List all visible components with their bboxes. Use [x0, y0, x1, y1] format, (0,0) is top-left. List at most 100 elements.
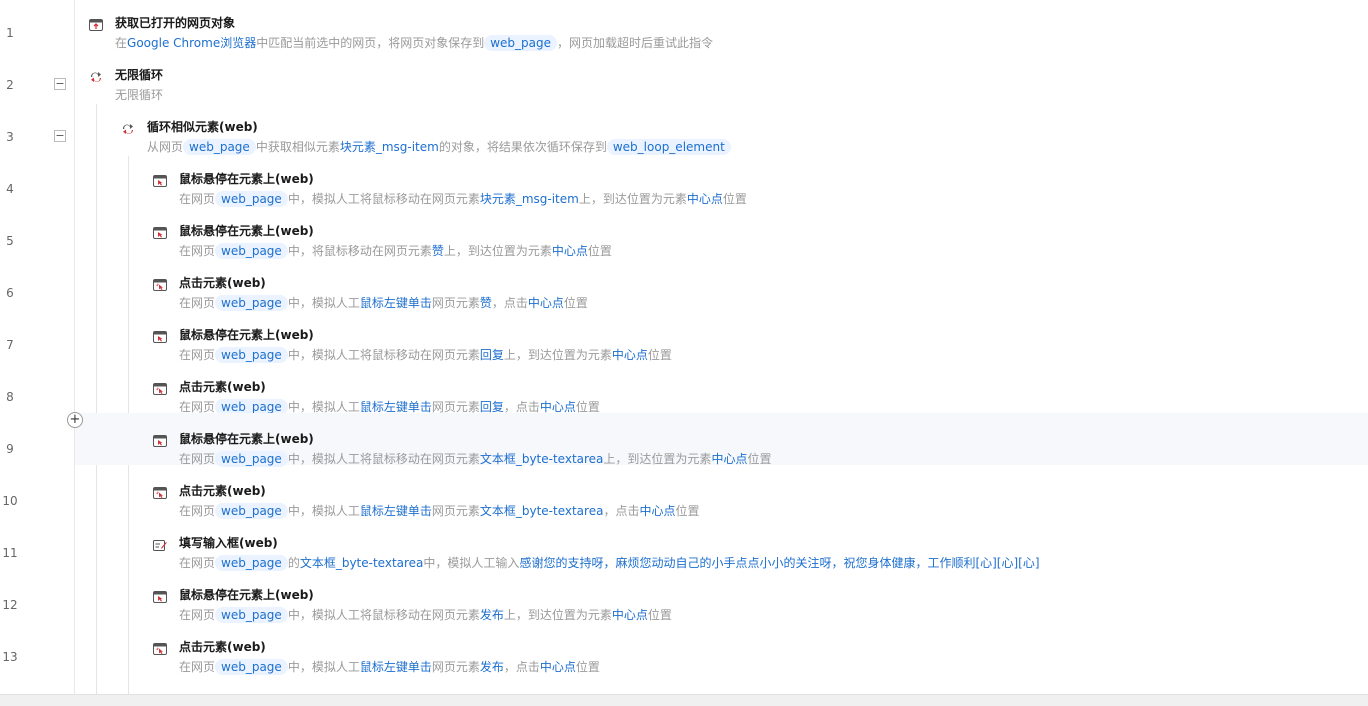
command-title: 鼠标悬停在元素上(web): [179, 588, 314, 602]
desc-text: 位置: [563, 296, 588, 310]
desc-text: 上，到达位置为元素: [578, 192, 687, 206]
command-description: 在Google Chrome浏览器中匹配当前选中的网页，将网页对象保存到 web_…: [115, 34, 713, 51]
command-title: 点击元素(web): [179, 276, 266, 290]
line-number: 4: [6, 182, 14, 196]
desc-text: 在网页: [179, 400, 216, 414]
variable-chip[interactable]: web_page: [215, 295, 288, 311]
line-number: 8: [6, 390, 14, 404]
param-value: 发布: [479, 608, 504, 622]
param-value: Google Chrome浏览器: [127, 36, 257, 50]
variable-chip[interactable]: web_page: [215, 555, 288, 571]
command-row[interactable]: 3 − 循环相似元素(web) 从网页 web_page 中获取相似元素块元素_msg-i…: [0, 110, 1368, 162]
horizontal-scrollbar[interactable]: [0, 694, 1368, 706]
command-title: 无限循环: [115, 68, 164, 82]
param-value: 鼠标左键单击: [359, 296, 432, 310]
param-value: 感谢您的支持呀，麻烦您动动自己的小手点点小小的关注呀，祝您身体健康，工作顺利[心…: [519, 556, 1040, 570]
command-description: 在网页 web_page 中，模拟人工将鼠标移动在网页元素回复上，到达位置为元素中心…: [179, 346, 672, 363]
command-description: 在网页 web_page 中，模拟人工鼠标左键单击网页元素文本框_byte-text…: [179, 502, 700, 519]
param-value: 块元素_msg-item: [479, 192, 579, 206]
desc-text: 在网页: [179, 244, 216, 258]
command-title: 填写输入框(web): [179, 536, 278, 550]
desc-text: 中，模拟人工将鼠标移动在网页元素: [287, 348, 480, 362]
line-number: 5: [6, 234, 14, 248]
command-title: 点击元素(web): [179, 484, 266, 498]
param-value: 文本框_byte-textarea: [479, 504, 604, 518]
desc-text: 位置: [747, 452, 772, 466]
desc-text: 中，模拟人工: [287, 296, 360, 310]
command-description: 在网页 web_page 中，模拟人工将鼠标移动在网页元素发布上，到达位置为元素中心…: [179, 606, 672, 623]
click-element-icon: [153, 484, 167, 499]
variable-chip[interactable]: web_page: [215, 503, 288, 519]
param-value: 鼠标左键单击: [359, 660, 432, 674]
desc-text: 网页元素: [431, 660, 480, 674]
desc-text: 位置: [587, 244, 612, 258]
desc-text: 在网页: [179, 296, 216, 310]
command-title: 循环相似元素(web): [147, 120, 258, 134]
desc-text: 在网页: [179, 192, 216, 206]
variable-chip[interactable]: web_page: [215, 243, 288, 259]
desc-text: 位置: [647, 348, 672, 362]
command-row[interactable]: 10 点击元素(web) 在网页 web_page 中，模拟人工鼠标左键单击网页元素文本…: [0, 474, 1368, 526]
desc-text: 中匹配当前选中的网页，将网页对象保存到: [256, 36, 485, 50]
desc-text: 中，模拟人工将鼠标移动在网页元素: [287, 452, 480, 466]
desc-text: ，点击: [603, 504, 640, 518]
collapse-toggle[interactable]: −: [54, 78, 66, 90]
loop-icon: [89, 68, 103, 82]
mouse-hover-icon: [153, 328, 167, 343]
desc-text: 中，模拟人工输入: [423, 556, 520, 570]
collapse-toggle[interactable]: −: [54, 130, 66, 142]
command-row[interactable]: 9 鼠标悬停在元素上(web) 在网页 web_page 中，模拟人工将鼠标移动在网页元…: [6, 413, 1368, 467]
mouse-hover-icon: [153, 432, 167, 447]
command-row[interactable]: 4 鼠标悬停在元素上(web) 在网页 web_page 中，模拟人工将鼠标移动在网页元…: [0, 162, 1368, 214]
command-row[interactable]: 12 鼠标悬停在元素上(web) 在网页 web_page 中，模拟人工将鼠标移动在网页…: [0, 578, 1368, 630]
desc-text: 在网页: [179, 452, 216, 466]
variable-chip[interactable]: web_page: [484, 35, 558, 51]
line-number: 2: [6, 78, 14, 92]
desc-text: 的对象，将结果依次循环保存到: [438, 140, 607, 154]
variable-chip[interactable]: web_page: [215, 607, 288, 623]
variable-chip[interactable]: web_page: [215, 659, 288, 675]
line-number: 6: [6, 286, 14, 300]
command-row[interactable]: 7 鼠标悬停在元素上(web) 在网页 web_page 中，模拟人工将鼠标移动在网页元…: [0, 318, 1368, 370]
desc-text: 中获取相似元素: [255, 140, 340, 154]
command-row[interactable]: 11 填写输入框(web) 在网页 web_page 的文本框_byte-textare…: [0, 526, 1368, 578]
add-step-button[interactable]: +: [67, 412, 83, 428]
command-row[interactable]: 5 鼠标悬停在元素上(web) 在网页 web_page 中，将鼠标移动在网页元素赞上，…: [0, 214, 1368, 266]
command-title: 鼠标悬停在元素上(web): [179, 328, 314, 342]
variable-chip[interactable]: web_page: [183, 139, 256, 155]
desc-text: 上，到达位置为元素: [443, 244, 552, 258]
desc-text: 上，到达位置为元素: [503, 608, 612, 622]
click-element-icon: [153, 640, 167, 655]
variable-chip[interactable]: web_page: [215, 347, 288, 363]
param-value: 回复: [479, 348, 504, 362]
desc-text: 位置: [575, 400, 600, 414]
param-value: 中心点: [639, 504, 676, 518]
mouse-hover-icon: [153, 172, 167, 187]
desc-text: 从网页: [147, 140, 184, 154]
loop-element-icon: [121, 120, 135, 134]
param-value: 块元素_msg-item: [339, 140, 439, 154]
fill-input-icon: [153, 536, 167, 551]
param-value: 鼠标左键单击: [359, 400, 432, 414]
variable-chip[interactable]: web_page: [215, 191, 288, 207]
desc-text: 网页元素: [431, 296, 480, 310]
line-number: 12: [2, 598, 18, 612]
desc-text: 位置: [675, 504, 700, 518]
param-value: 回复: [479, 400, 504, 414]
desc-text: 的: [287, 556, 300, 570]
command-row[interactable]: 1 获取已打开的网页对象 在Google Chrome浏览器中匹配当前选中的网页，将…: [0, 6, 1368, 58]
browser-open-icon: [89, 16, 103, 31]
command-description: 在网页 web_page 中，模拟人工鼠标左键单击网页元素发布，点击中心点位置: [179, 658, 600, 675]
command-title: 鼠标悬停在元素上(web): [179, 432, 314, 446]
desc-text: 中，模拟人工: [287, 400, 360, 414]
variable-chip[interactable]: web_page: [215, 451, 288, 467]
variable-chip[interactable]: web_loop_element: [606, 139, 731, 155]
command-description: 在网页 web_page 中，模拟人工将鼠标移动在网页元素文本框_byte-text…: [179, 450, 771, 467]
command-row[interactable]: 13 点击元素(web) 在网页 web_page 中，模拟人工鼠标左键单击网页元素发布…: [0, 630, 1368, 682]
line-number: 7: [6, 338, 14, 352]
desc-text: ，点击: [503, 400, 540, 414]
line-number: 1: [6, 26, 14, 40]
command-row[interactable]: 6 点击元素(web) 在网页 web_page 中，模拟人工鼠标左键单击网页元素赞，点…: [0, 266, 1368, 318]
desc-text: 位置: [722, 192, 747, 206]
command-row[interactable]: 2− 无限循环 无限循环: [0, 58, 1368, 110]
